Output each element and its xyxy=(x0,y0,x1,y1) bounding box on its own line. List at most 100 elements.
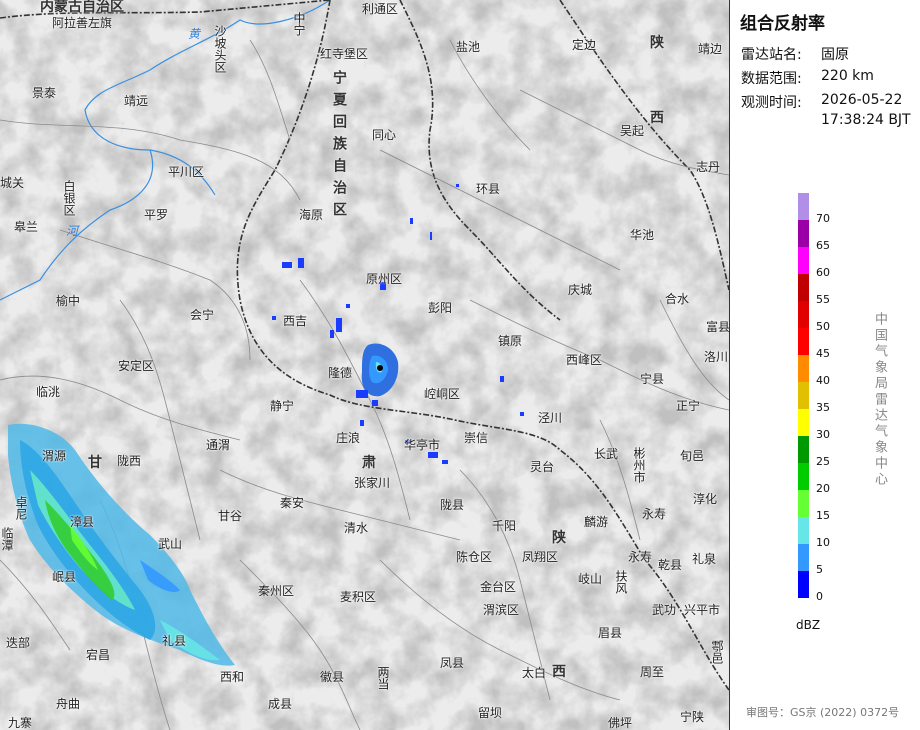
place-zhengning: 正宁 xyxy=(676,399,701,413)
place-longde: 隆德 xyxy=(328,366,353,380)
station-value: 固原 xyxy=(821,47,849,63)
legend-label-5: 5 xyxy=(816,563,823,576)
place-zhouzhi: 周至 xyxy=(640,665,665,679)
legend-label-0: 0 xyxy=(816,590,823,603)
region-label-gansu-1: 甘 xyxy=(88,455,102,471)
place-huating: 华亭市 xyxy=(404,438,441,452)
place-pingchuan: 平川区 xyxy=(168,165,205,179)
place-yongshou: 永寿 xyxy=(642,507,667,521)
place-xingping: 兴平市 xyxy=(684,603,721,617)
place-yongshou-2: 永寿 xyxy=(628,550,653,564)
place-heshui: 合水 xyxy=(665,292,690,306)
legend-swatch-5 xyxy=(798,544,809,571)
place-xifeng: 西峰区 xyxy=(566,353,603,367)
place-foping: 佛坪 xyxy=(608,716,633,730)
legend-label-30: 30 xyxy=(816,428,830,441)
place-baiyin: 白银区 xyxy=(62,180,76,216)
legend-label-10: 10 xyxy=(816,536,830,549)
legend-label-15: 15 xyxy=(816,509,830,522)
place-chengxian: 成县 xyxy=(268,697,293,711)
place-zhuanglang: 庄浪 xyxy=(336,431,361,445)
place-yuzhong: 榆中 xyxy=(56,294,81,308)
map-layer xyxy=(0,0,729,730)
legend-swatch-30 xyxy=(798,409,809,436)
place-kongtong: 崆峒区 xyxy=(424,387,461,401)
place-jingbian: 靖边 xyxy=(698,42,723,56)
place-changwu: 长武 xyxy=(594,447,619,461)
place-tanchang: 宕昌 xyxy=(86,648,111,662)
place-jintai: 金台区 xyxy=(480,580,517,594)
range-row: 数据范围: 220 km xyxy=(741,68,874,88)
place-dingbian: 定边 xyxy=(572,38,597,52)
place-maiji: 麦积区 xyxy=(340,590,377,604)
region-label-neimenggu: 内蒙古自治区 xyxy=(40,0,124,15)
region-label-shaanxi-b1: 陕 xyxy=(552,530,566,546)
place-gangu: 甘谷 xyxy=(218,509,243,523)
place-qinzhou: 秦州区 xyxy=(258,584,295,598)
place-qianxian: 乾县 xyxy=(658,558,683,572)
legend-swatch-45 xyxy=(798,328,809,355)
radar-map[interactable]: 内蒙古自治区 宁夏回族自治区 甘 肃 陕 西 陕 西 黄 河 阿拉善左旗 沙坡头… xyxy=(0,0,729,730)
place-huanxian: 环县 xyxy=(476,182,501,196)
place-luochuan: 洛川 xyxy=(704,350,729,364)
place-liangdang: 两当 xyxy=(376,666,390,690)
place-gaolan: 皋兰 xyxy=(14,220,39,234)
place-chencang: 陈仓区 xyxy=(456,550,493,564)
place-weiyuan: 渭源 xyxy=(42,449,67,463)
place-yanchi: 盐池 xyxy=(456,40,481,54)
legend-label-65: 65 xyxy=(816,239,830,252)
place-wushan: 武山 xyxy=(158,537,183,551)
radar-station-marker xyxy=(377,365,383,371)
legend-swatch-10 xyxy=(798,517,809,544)
place-linyou: 麟游 xyxy=(584,515,609,529)
place-longxian: 陇县 xyxy=(440,498,465,512)
place-jiuzhai: 九寨 xyxy=(8,716,33,730)
legend-label-60: 60 xyxy=(816,266,830,279)
time-row: 观测时间: 2026-05-22 xyxy=(741,92,902,112)
river-label-2: 河 xyxy=(66,224,79,238)
place-tongwei: 通渭 xyxy=(206,438,231,452)
place-jingchuan: 泾川 xyxy=(538,411,563,425)
place-tongxin: 同心 xyxy=(372,128,397,142)
legend-label-35: 35 xyxy=(816,401,830,414)
legend-label-70: 70 xyxy=(816,212,830,225)
range-value: 220 km xyxy=(821,68,874,84)
place-anding: 安定区 xyxy=(118,359,155,373)
place-qingcheng: 庆城 xyxy=(568,283,593,297)
legend-label-45: 45 xyxy=(816,347,830,360)
time-value-date: 2026-05-22 xyxy=(821,92,903,108)
place-lingtai: 灵台 xyxy=(530,460,555,474)
place-qingshui: 清水 xyxy=(344,521,369,535)
place-fufeng: 扶风 xyxy=(614,570,628,594)
station-label: 雷达站名: xyxy=(741,47,802,63)
place-binzhou: 彬州市 xyxy=(632,447,646,483)
place-zhenyuan: 镇原 xyxy=(498,334,523,348)
place-zhidan: 志丹 xyxy=(696,160,721,174)
place-zhangjiachuan: 张家川 xyxy=(354,476,391,490)
place-wugong: 武功 xyxy=(652,603,677,617)
legend-label-50: 50 xyxy=(816,320,830,333)
place-longxi: 陇西 xyxy=(117,454,142,468)
place-haiyuan: 海原 xyxy=(299,208,324,222)
legend-label-55: 55 xyxy=(816,293,830,306)
place-fuxian: 富县 xyxy=(706,320,729,334)
station-row: 雷达站名: 固原 xyxy=(741,44,849,64)
legend-label-40: 40 xyxy=(816,374,830,387)
place-lintan: 临潭 xyxy=(0,527,14,551)
place-qianyang: 千阳 xyxy=(492,519,517,533)
legend-swatch-55 xyxy=(798,274,809,301)
place-hongsibao: 红寺堡区 xyxy=(320,47,369,61)
place-xiji: 西吉 xyxy=(283,314,308,328)
place-pengyang: 彭阳 xyxy=(428,301,453,315)
place-jingning: 静宁 xyxy=(270,399,295,413)
place-zhongning: 中宁 xyxy=(292,12,306,36)
place-lintao: 临洮 xyxy=(36,385,61,399)
product-title: 组合反射率 xyxy=(740,14,825,34)
time-label: 观测时间: xyxy=(741,95,802,111)
place-chongxin: 崇信 xyxy=(464,431,489,445)
time-value-clock: 17:38:24 BJT xyxy=(821,112,911,128)
place-pingluo: 平罗 xyxy=(144,208,169,222)
river-label-1: 黄 xyxy=(188,27,201,41)
place-zhangxian: 漳县 xyxy=(70,515,95,529)
info-panel: 组合反射率 雷达站名: 固原 数据范围: 220 km 观测时间: 2026-0… xyxy=(729,0,920,730)
